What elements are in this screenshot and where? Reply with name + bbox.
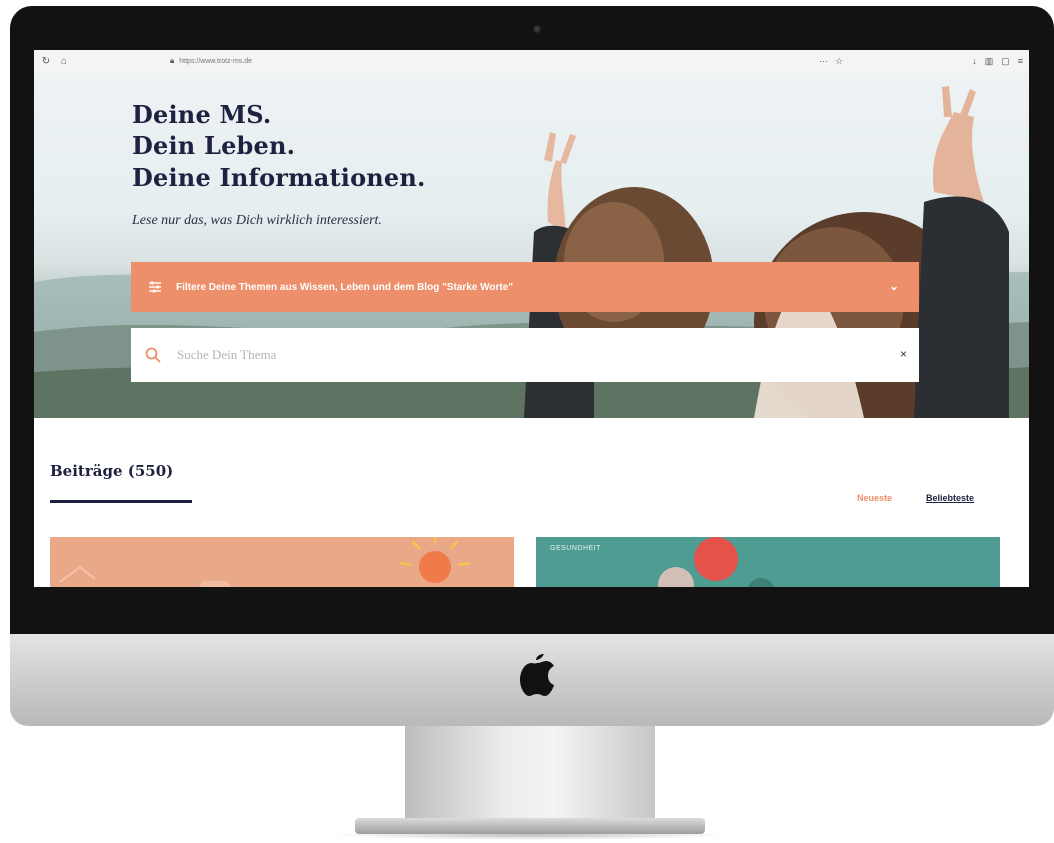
reload-icon[interactable]: ↻ — [40, 55, 52, 67]
hero-subtitle: Lese nur das, was Dich wirklich interess… — [132, 213, 382, 228]
home-icon[interactable]: ⌂ — [58, 55, 70, 67]
card-category-badge: GESUNDHEIT — [550, 545, 601, 552]
topic-filter-dropdown[interactable]: Filtere Deine Themen aus Wissen, Leben u… — [131, 262, 919, 312]
bookmark-icon[interactable]: ☆ — [835, 56, 843, 67]
sort-popular-link[interactable]: Beliebteste — [926, 493, 974, 503]
address-bar[interactable]: 🔒︎ https://www.trotz-ms.de — [170, 54, 790, 68]
sort-newest-link[interactable]: Neueste — [857, 493, 892, 503]
card-illustration — [658, 537, 775, 587]
lock-icon: 🔒︎ — [170, 56, 175, 65]
hero-title-line-3: Deine Informationen. — [132, 163, 426, 192]
posts-heading-underline — [50, 500, 192, 503]
card-illustration — [59, 537, 471, 587]
posts-heading: Beiträge (550) — [50, 462, 174, 480]
hero-section: Deine MS. Dein Leben. Deine Informatione… — [34, 72, 1029, 418]
toolbar-right: ↓ ▥ ▢ ≡ — [972, 50, 1023, 72]
sidebar-icon[interactable]: ▢ — [1001, 56, 1010, 67]
imac-stand — [405, 726, 655, 822]
url-text: https://www.trotz-ms.de — [179, 57, 253, 65]
search-box: × — [131, 328, 919, 382]
search-input[interactable] — [175, 346, 829, 364]
chevron-down-icon: ⌄ — [888, 279, 899, 293]
hero-title-line-1: Deine MS. — [132, 100, 272, 129]
post-card[interactable] — [50, 537, 514, 587]
more-icon[interactable]: ··· — [819, 56, 828, 66]
sliders-icon — [149, 281, 161, 293]
post-card[interactable]: GESUNDHEIT — [536, 537, 1000, 587]
hero-title-line-2: Dein Leben. — [132, 131, 296, 160]
imac-base — [355, 818, 705, 834]
menu-icon[interactable]: ≡ — [1018, 56, 1023, 66]
library-icon[interactable]: ▥ — [985, 56, 994, 67]
apple-logo — [520, 654, 554, 696]
page-actions: ··· ☆ — [819, 50, 843, 72]
search-icon — [145, 347, 161, 363]
close-icon[interactable]: × — [900, 347, 907, 361]
screen: ↻ ⌂ 🔒︎ https://www.trotz-ms.de ··· ☆ ↓ ▥… — [34, 50, 1029, 587]
camera — [533, 25, 541, 33]
browser-toolbar: ↻ ⌂ 🔒︎ https://www.trotz-ms.de ··· ☆ ↓ ▥… — [34, 50, 1029, 73]
filter-label: Filtere Deine Themen aus Wissen, Leben u… — [176, 281, 514, 293]
download-icon[interactable]: ↓ — [972, 56, 977, 66]
